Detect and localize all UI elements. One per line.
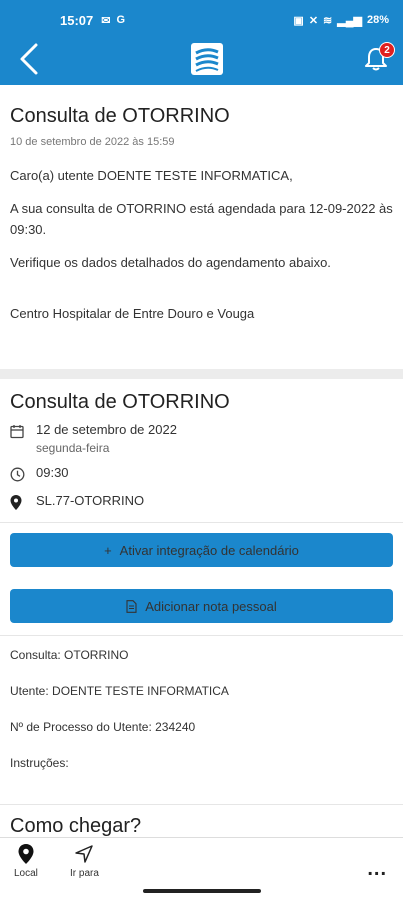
tab-ir-para[interactable]: Ir para (70, 844, 99, 879)
google-icon: G (116, 13, 126, 26)
wifi-icon: ≋ (323, 14, 333, 27)
tab-local-label: Local (14, 868, 38, 879)
tab-ir-para-label: Ir para (70, 868, 99, 879)
bottom-nav: Local Ir para ... (0, 837, 403, 900)
appointment-title: Consulta de OTORRINO (10, 391, 230, 413)
signal-icon: ▂▄▆ (337, 14, 362, 27)
add-note-button[interactable]: Adicionar nota pessoal (10, 589, 393, 623)
detail-processo: Nº de Processo do Utente: 234240 (10, 720, 196, 734)
location-pin-icon (10, 493, 36, 511)
app-bar: 2 (0, 40, 403, 85)
add-note-label: Adicionar nota pessoal (145, 598, 277, 614)
message-note: Verifique os dados detalhados do agendam… (10, 255, 331, 270)
calendar-icon (10, 422, 36, 440)
tab-local[interactable]: Local (14, 844, 38, 879)
status-left-icons: ✉ G (101, 14, 125, 27)
appointment-weekday: segunda-feira (36, 441, 110, 455)
detail-instrucoes: Instruções: (10, 756, 69, 770)
location-pin-icon (18, 844, 34, 864)
message-card: Consulta de OTORRINO 10 de setembro de 2… (0, 85, 403, 369)
appointment-location-row: SL.77-OTORRINO (10, 493, 393, 511)
calendar-integration-label: Ativar integração de calendário (119, 542, 299, 558)
message-title: Consulta de OTORRINO (10, 105, 230, 127)
clock-icon (10, 465, 36, 483)
detail-utente: Utente: DOENTE TESTE INFORMATICA (10, 684, 229, 698)
gesture-bar[interactable] (143, 889, 261, 893)
more-options-icon[interactable]: ... (367, 858, 387, 881)
detail-consulta: Consulta: OTORRINO (10, 648, 129, 662)
actions-block: + Ativar integração de calendário Adicio… (0, 523, 403, 636)
appointment-card: Consulta de OTORRINO 12 de setembro de 2… (0, 379, 403, 523)
message-date: 10 de setembro de 2022 às 15:59 (10, 136, 175, 148)
message-greeting: Caro(a) utente DOENTE TESTE INFORMATICA, (10, 168, 293, 183)
status-bar: 15:07 ✉ G ▣ ✕ ≋ ▂▄▆ 28% (0, 0, 403, 40)
plus-icon: + (104, 542, 112, 558)
directions-card: Como chegar? (0, 804, 403, 837)
notification-badge: 2 (379, 42, 395, 58)
directions-title: Como chegar? (10, 815, 142, 837)
mute-icon: ✕ (308, 14, 319, 27)
appointment-time-row: 09:30 (10, 465, 393, 483)
app-logo (191, 43, 223, 75)
document-icon (126, 599, 137, 613)
details-card: Consulta: OTORRINO Utente: DOENTE TESTE … (0, 636, 403, 804)
appointment-date: 12 de setembro de 2022 (36, 422, 177, 437)
status-time: 15:07 (60, 12, 94, 28)
logo-waves-icon (195, 48, 219, 72)
scroll-content[interactable]: Consulta de OTORRINO 10 de setembro de 2… (0, 85, 403, 837)
battery-level: 28% (366, 14, 389, 26)
appointment-location: SL.77-OTORRINO (36, 493, 145, 508)
message-institution: Centro Hospitalar de Entre Douro e Vouga (10, 306, 255, 321)
note-button-wrap: Adicionar nota pessoal (0, 579, 403, 635)
back-arrow-icon[interactable] (16, 42, 46, 76)
appointment-time: 09:30 (36, 465, 69, 480)
nfc-icon: ▣ (293, 14, 304, 27)
calendar-button-wrap: + Ativar integração de calendário (0, 523, 403, 579)
calendar-integration-button[interactable]: + Ativar integração de calendário (10, 533, 393, 567)
navigation-arrow-icon (75, 845, 94, 863)
message-body: A sua consulta de OTORRINO está agendada… (10, 201, 393, 237)
top-bar: 15:07 ✉ G ▣ ✕ ≋ ▂▄▆ 28% 2 (0, 0, 403, 85)
status-right-icons: ▣ ✕ ≋ ▂▄▆ 28% (293, 14, 389, 27)
message-icon: ✉ (101, 14, 111, 27)
appointment-date-row: 12 de setembro de 2022 segunda-feira (10, 422, 393, 455)
